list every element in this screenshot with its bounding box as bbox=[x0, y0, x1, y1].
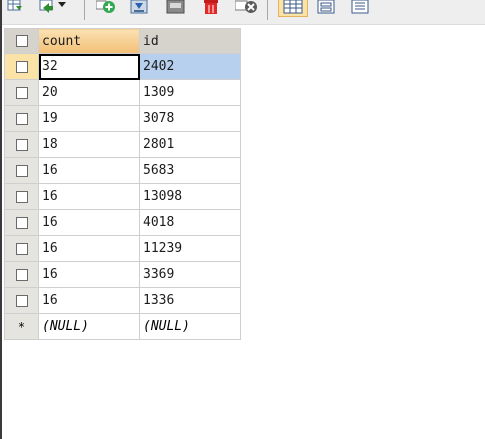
table-row[interactable]: 16 11239 bbox=[4, 235, 241, 262]
cell-id[interactable]: 13098 bbox=[139, 183, 241, 210]
cancel-icon[interactable] bbox=[235, 0, 259, 18]
cell-id[interactable]: 3078 bbox=[139, 105, 241, 132]
row-select-cell[interactable] bbox=[4, 53, 39, 80]
cell-id[interactable]: 5683 bbox=[139, 157, 241, 184]
row-select-cell[interactable] bbox=[4, 209, 39, 236]
cell-count[interactable]: 16 bbox=[38, 209, 140, 236]
row-checkbox[interactable] bbox=[15, 60, 28, 73]
row-checkbox[interactable] bbox=[15, 242, 28, 255]
table-row[interactable]: 20 1309 bbox=[4, 79, 241, 106]
save-icon[interactable] bbox=[130, 0, 150, 18]
table-row[interactable]: 16 5683 bbox=[4, 157, 241, 184]
table-row[interactable]: 16 3369 bbox=[4, 261, 241, 288]
cell-count[interactable]: 16 bbox=[38, 157, 140, 184]
import-dropdown-icon[interactable] bbox=[38, 0, 68, 18]
row-select-cell[interactable] bbox=[4, 157, 39, 184]
table-row[interactable]: 16 1336 bbox=[4, 287, 241, 314]
form-view-icon[interactable] bbox=[316, 0, 336, 18]
row-select-cell[interactable] bbox=[4, 287, 39, 314]
cell-id[interactable]: 2801 bbox=[139, 131, 241, 158]
text-view-icon[interactable] bbox=[350, 0, 370, 18]
row-select-cell[interactable] bbox=[4, 183, 39, 210]
new-row-marker: * bbox=[4, 313, 39, 340]
grid-export-icon[interactable] bbox=[6, 0, 24, 18]
grid-toolbar bbox=[2, 0, 485, 25]
row-select-cell[interactable] bbox=[4, 79, 39, 106]
cell-count[interactable]: 32 bbox=[38, 53, 140, 80]
result-grid: count id 32 2402 20 1309 19 3078 18 2801 16 5683 1… bbox=[4, 28, 241, 340]
duplicate-icon[interactable] bbox=[166, 0, 186, 18]
new-row-count-cell[interactable]: (NULL) bbox=[38, 313, 140, 340]
row-checkbox[interactable] bbox=[15, 268, 28, 281]
cell-count[interactable]: 16 bbox=[38, 261, 140, 288]
column-header-count[interactable]: count bbox=[38, 28, 140, 54]
cell-id[interactable]: 2402 bbox=[139, 53, 241, 80]
row-select-cell[interactable] bbox=[4, 131, 39, 158]
row-checkbox[interactable] bbox=[15, 294, 28, 307]
cell-id[interactable]: 1309 bbox=[139, 79, 241, 106]
table-row[interactable]: 19 3078 bbox=[4, 105, 241, 132]
select-all-checkbox[interactable] bbox=[15, 35, 28, 47]
table-row[interactable]: 32 2402 bbox=[4, 53, 241, 80]
row-select-cell[interactable] bbox=[4, 261, 39, 288]
toolbar-separator bbox=[267, 0, 268, 20]
delete-icon[interactable] bbox=[201, 0, 221, 18]
row-checkbox[interactable] bbox=[15, 138, 28, 151]
row-checkbox[interactable] bbox=[15, 86, 28, 99]
cell-id[interactable]: 3369 bbox=[139, 261, 241, 288]
add-row-icon[interactable] bbox=[96, 0, 116, 18]
cell-count[interactable]: 18 bbox=[38, 131, 140, 158]
table-row[interactable]: 16 4018 bbox=[4, 209, 241, 236]
table-row[interactable]: 18 2801 bbox=[4, 131, 241, 158]
row-select-cell[interactable] bbox=[4, 235, 39, 262]
cell-count[interactable]: 16 bbox=[38, 235, 140, 262]
column-header-id[interactable]: id bbox=[139, 28, 241, 54]
row-checkbox[interactable] bbox=[15, 164, 28, 177]
cell-count[interactable]: 16 bbox=[38, 183, 140, 210]
cell-count[interactable]: 20 bbox=[38, 79, 140, 106]
table-row[interactable]: 16 13098 bbox=[4, 183, 241, 210]
new-row[interactable]: * (NULL) (NULL) bbox=[4, 313, 241, 340]
toolbar-separator bbox=[84, 0, 85, 20]
grid-view-icon[interactable] bbox=[278, 0, 308, 17]
new-row-id-cell[interactable]: (NULL) bbox=[139, 313, 241, 340]
row-checkbox[interactable] bbox=[15, 112, 28, 125]
row-checkbox[interactable] bbox=[15, 216, 28, 229]
cell-id[interactable]: 4018 bbox=[139, 209, 241, 236]
window-left-edge bbox=[0, 0, 2, 439]
row-checkbox[interactable] bbox=[15, 190, 28, 203]
cell-count[interactable]: 16 bbox=[38, 287, 140, 314]
cell-id[interactable]: 1336 bbox=[139, 287, 241, 314]
select-all-checkbox-cell[interactable] bbox=[4, 28, 39, 54]
cell-id[interactable]: 11239 bbox=[139, 235, 241, 262]
grid-header-row: count id bbox=[4, 28, 241, 54]
row-select-cell[interactable] bbox=[4, 105, 39, 132]
cell-count[interactable]: 19 bbox=[38, 105, 140, 132]
